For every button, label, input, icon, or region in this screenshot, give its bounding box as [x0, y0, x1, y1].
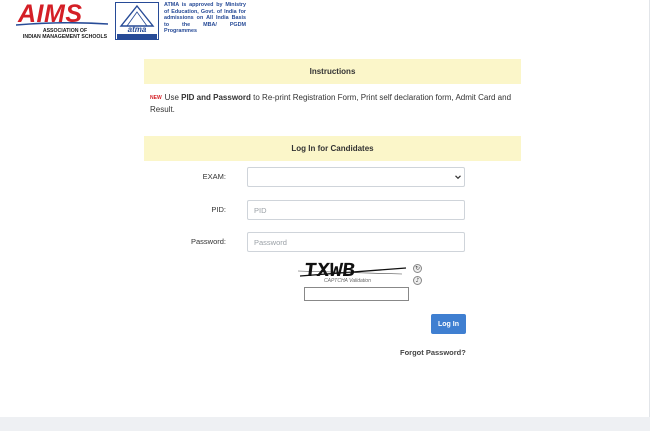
atma-triangle-icon — [119, 5, 155, 27]
atma-logo-text: atma — [127, 25, 147, 34]
aims-logo: AIMS ASSOCIATION OF INDIAN MANAGEMENT SC… — [14, 0, 116, 42]
instructions-panel: Instructions — [144, 59, 521, 84]
notice-bold: PID and Password — [181, 93, 251, 102]
password-label: Password: — [190, 237, 226, 246]
captcha-image: TXWB CAPTCHA Validation — [294, 260, 410, 286]
login-title: Log In for Candidates — [291, 144, 374, 153]
atma-band — [117, 34, 157, 39]
captcha-refresh-icon[interactable]: ↻ — [413, 264, 422, 273]
exam-select[interactable] — [247, 167, 465, 187]
approval-text: ATMA is approved by Ministry of Educatio… — [164, 2, 246, 35]
bottom-strip — [0, 417, 650, 431]
aims-subtitle: ASSOCIATION OF INDIAN MANAGEMENT SCHOOLS — [22, 28, 108, 40]
new-badge: NEW — [150, 95, 162, 101]
instructions-title: Instructions — [309, 67, 356, 76]
page: AIMS ASSOCIATION OF INDIAN MANAGEMENT SC… — [0, 0, 650, 417]
chevron-down-icon — [455, 175, 461, 180]
aims-swoosh-icon — [16, 22, 108, 26]
pid-input[interactable] — [247, 200, 465, 220]
notice-prefix: Use — [164, 93, 182, 102]
captcha-audio-icon[interactable]: ♪ — [413, 276, 422, 285]
exam-label: EXAM: — [202, 172, 226, 181]
login-panel: Log In for Candidates — [144, 136, 521, 161]
login-button[interactable]: Log In — [431, 314, 466, 334]
pid-label: PID: — [211, 205, 226, 214]
captcha-input[interactable] — [304, 287, 409, 301]
instructions-notice: NEW Use PID and Password to Re-print Regi… — [150, 92, 520, 115]
password-input[interactable] — [247, 232, 465, 252]
atma-logo: atma — [115, 2, 159, 40]
captcha-caption: CAPTCHA Validation — [324, 278, 371, 284]
forgot-password-link[interactable]: Forgot Password? — [400, 348, 466, 357]
